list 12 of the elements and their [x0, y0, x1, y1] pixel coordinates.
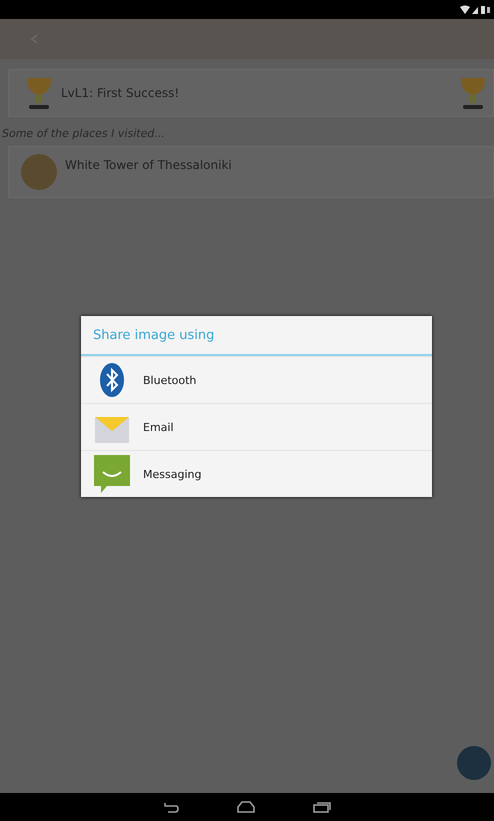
recent-apps-icon[interactable]	[312, 801, 332, 813]
status-icons	[460, 4, 490, 14]
share-option[interactable]: Email	[81, 403, 432, 450]
home-icon[interactable]	[236, 801, 256, 813]
messaging-icon	[93, 454, 131, 494]
photo-placeholder	[21, 154, 57, 190]
share-option[interactable]: Bluetooth	[81, 356, 432, 403]
back-icon[interactable]	[162, 801, 180, 813]
achievement-title: LvL1: First Success!	[61, 86, 180, 100]
share-option[interactable]: Messaging	[81, 450, 432, 497]
place-name: White Tower of Thessaloniki	[65, 158, 232, 172]
dialog-title: Share image using	[81, 316, 432, 356]
